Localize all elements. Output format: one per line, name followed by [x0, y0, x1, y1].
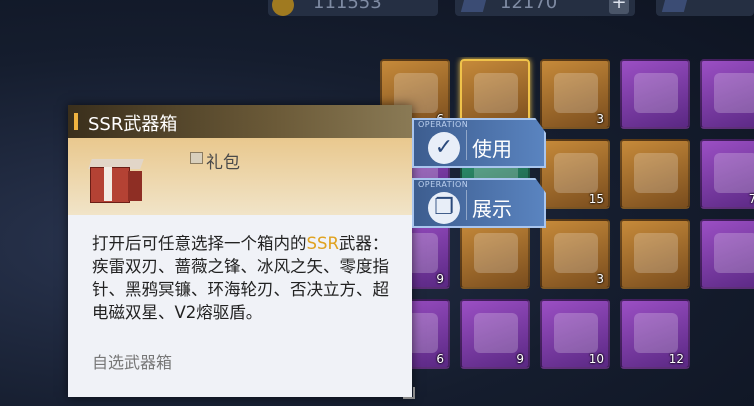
inventory-slot[interactable]: 12 — [620, 299, 690, 369]
item-count: 3 — [596, 112, 604, 126]
gem-counter: 12170 + — [455, 0, 635, 16]
inventory-slot[interactable] — [620, 59, 690, 129]
item-icon — [474, 233, 518, 273]
inventory-slot[interactable] — [620, 219, 690, 289]
item-count: 78 — [749, 192, 754, 206]
panel-corner-decoration — [403, 387, 415, 399]
item-icon — [714, 233, 754, 273]
weapon-box-icon — [88, 157, 144, 203]
show-button[interactable]: OPERATION ❐ 展示 — [412, 178, 546, 228]
gem-amount: 12170 — [500, 0, 558, 13]
operation-caption: OPERATION — [418, 120, 469, 129]
show-label: 展示 — [472, 197, 512, 221]
inventory-slot[interactable]: 78 — [700, 139, 754, 209]
item-icon — [554, 233, 598, 273]
item-count: 12 — [668, 352, 684, 366]
item-icon — [554, 73, 598, 113]
inventory-slot[interactable]: 15 — [540, 139, 610, 209]
inventory-slot[interactable]: 10 — [540, 299, 610, 369]
item-count: 9 — [436, 272, 444, 286]
operation-caption: OPERATION — [418, 180, 469, 189]
item-count: 6 — [436, 352, 444, 366]
gift-pack-icon — [190, 152, 203, 164]
coin-counter: 111553 — [268, 0, 438, 16]
check-icon: ✓ — [428, 132, 460, 164]
item-icon — [554, 153, 598, 193]
currency-bar: 111553 12170 + — [0, 0, 754, 16]
item-icon — [634, 153, 678, 193]
gem-icon — [460, 0, 488, 12]
item-icon — [634, 233, 678, 273]
inventory-slot[interactable]: 6 — [700, 219, 754, 289]
coin-icon — [272, 0, 294, 16]
item-icon — [714, 73, 754, 113]
extra-currency — [656, 0, 754, 16]
item-count: 10 — [588, 352, 604, 366]
inventory-slot[interactable] — [620, 139, 690, 209]
item-subtype: 自选武器箱 — [92, 353, 173, 372]
item-count: 15 — [588, 192, 604, 206]
item-tooltip-panel: SSR武器箱 礼包 打开后可任意选择一个箱内的SSR武器：疾雷双刃、蔷薇之锋、冰… — [68, 105, 415, 399]
coin-amount: 111553 — [313, 0, 382, 13]
inventory-slot[interactable] — [700, 59, 754, 129]
crystal-icon — [661, 0, 689, 12]
item-title: SSR武器箱 — [88, 114, 178, 135]
item-icon — [554, 313, 598, 353]
header-accent — [74, 113, 78, 130]
item-description: 打开后可任意选择一个箱内的SSR武器：疾雷双刃、蔷薇之锋、冰风之矢、零度指针、黑… — [92, 232, 398, 324]
inventory-slot[interactable]: 3 — [540, 59, 610, 129]
inventory-slot[interactable]: 3 — [540, 219, 610, 289]
description-text-pre: 打开后可任意选择一个箱内的 — [92, 234, 307, 253]
use-button[interactable]: OPERATION ✓ 使用 — [412, 118, 546, 168]
item-category: 礼包 — [206, 153, 240, 173]
item-icon — [634, 73, 678, 113]
inventory-grid: 6351578936691012 — [378, 57, 754, 406]
item-count: 3 — [596, 272, 604, 286]
use-label: 使用 — [472, 137, 512, 161]
item-icon — [634, 313, 678, 353]
tooltip-header: SSR武器箱 — [68, 105, 412, 138]
description-highlight: SSR — [306, 234, 339, 253]
item-count: 9 — [516, 352, 524, 366]
item-icon — [714, 153, 754, 193]
inventory-slot[interactable] — [460, 219, 530, 289]
copy-icon: ❐ — [428, 192, 460, 224]
item-icon — [474, 73, 518, 113]
inventory-slot[interactable]: 9 — [460, 299, 530, 369]
item-icon — [474, 313, 518, 353]
add-gems-button[interactable]: + — [609, 0, 629, 14]
